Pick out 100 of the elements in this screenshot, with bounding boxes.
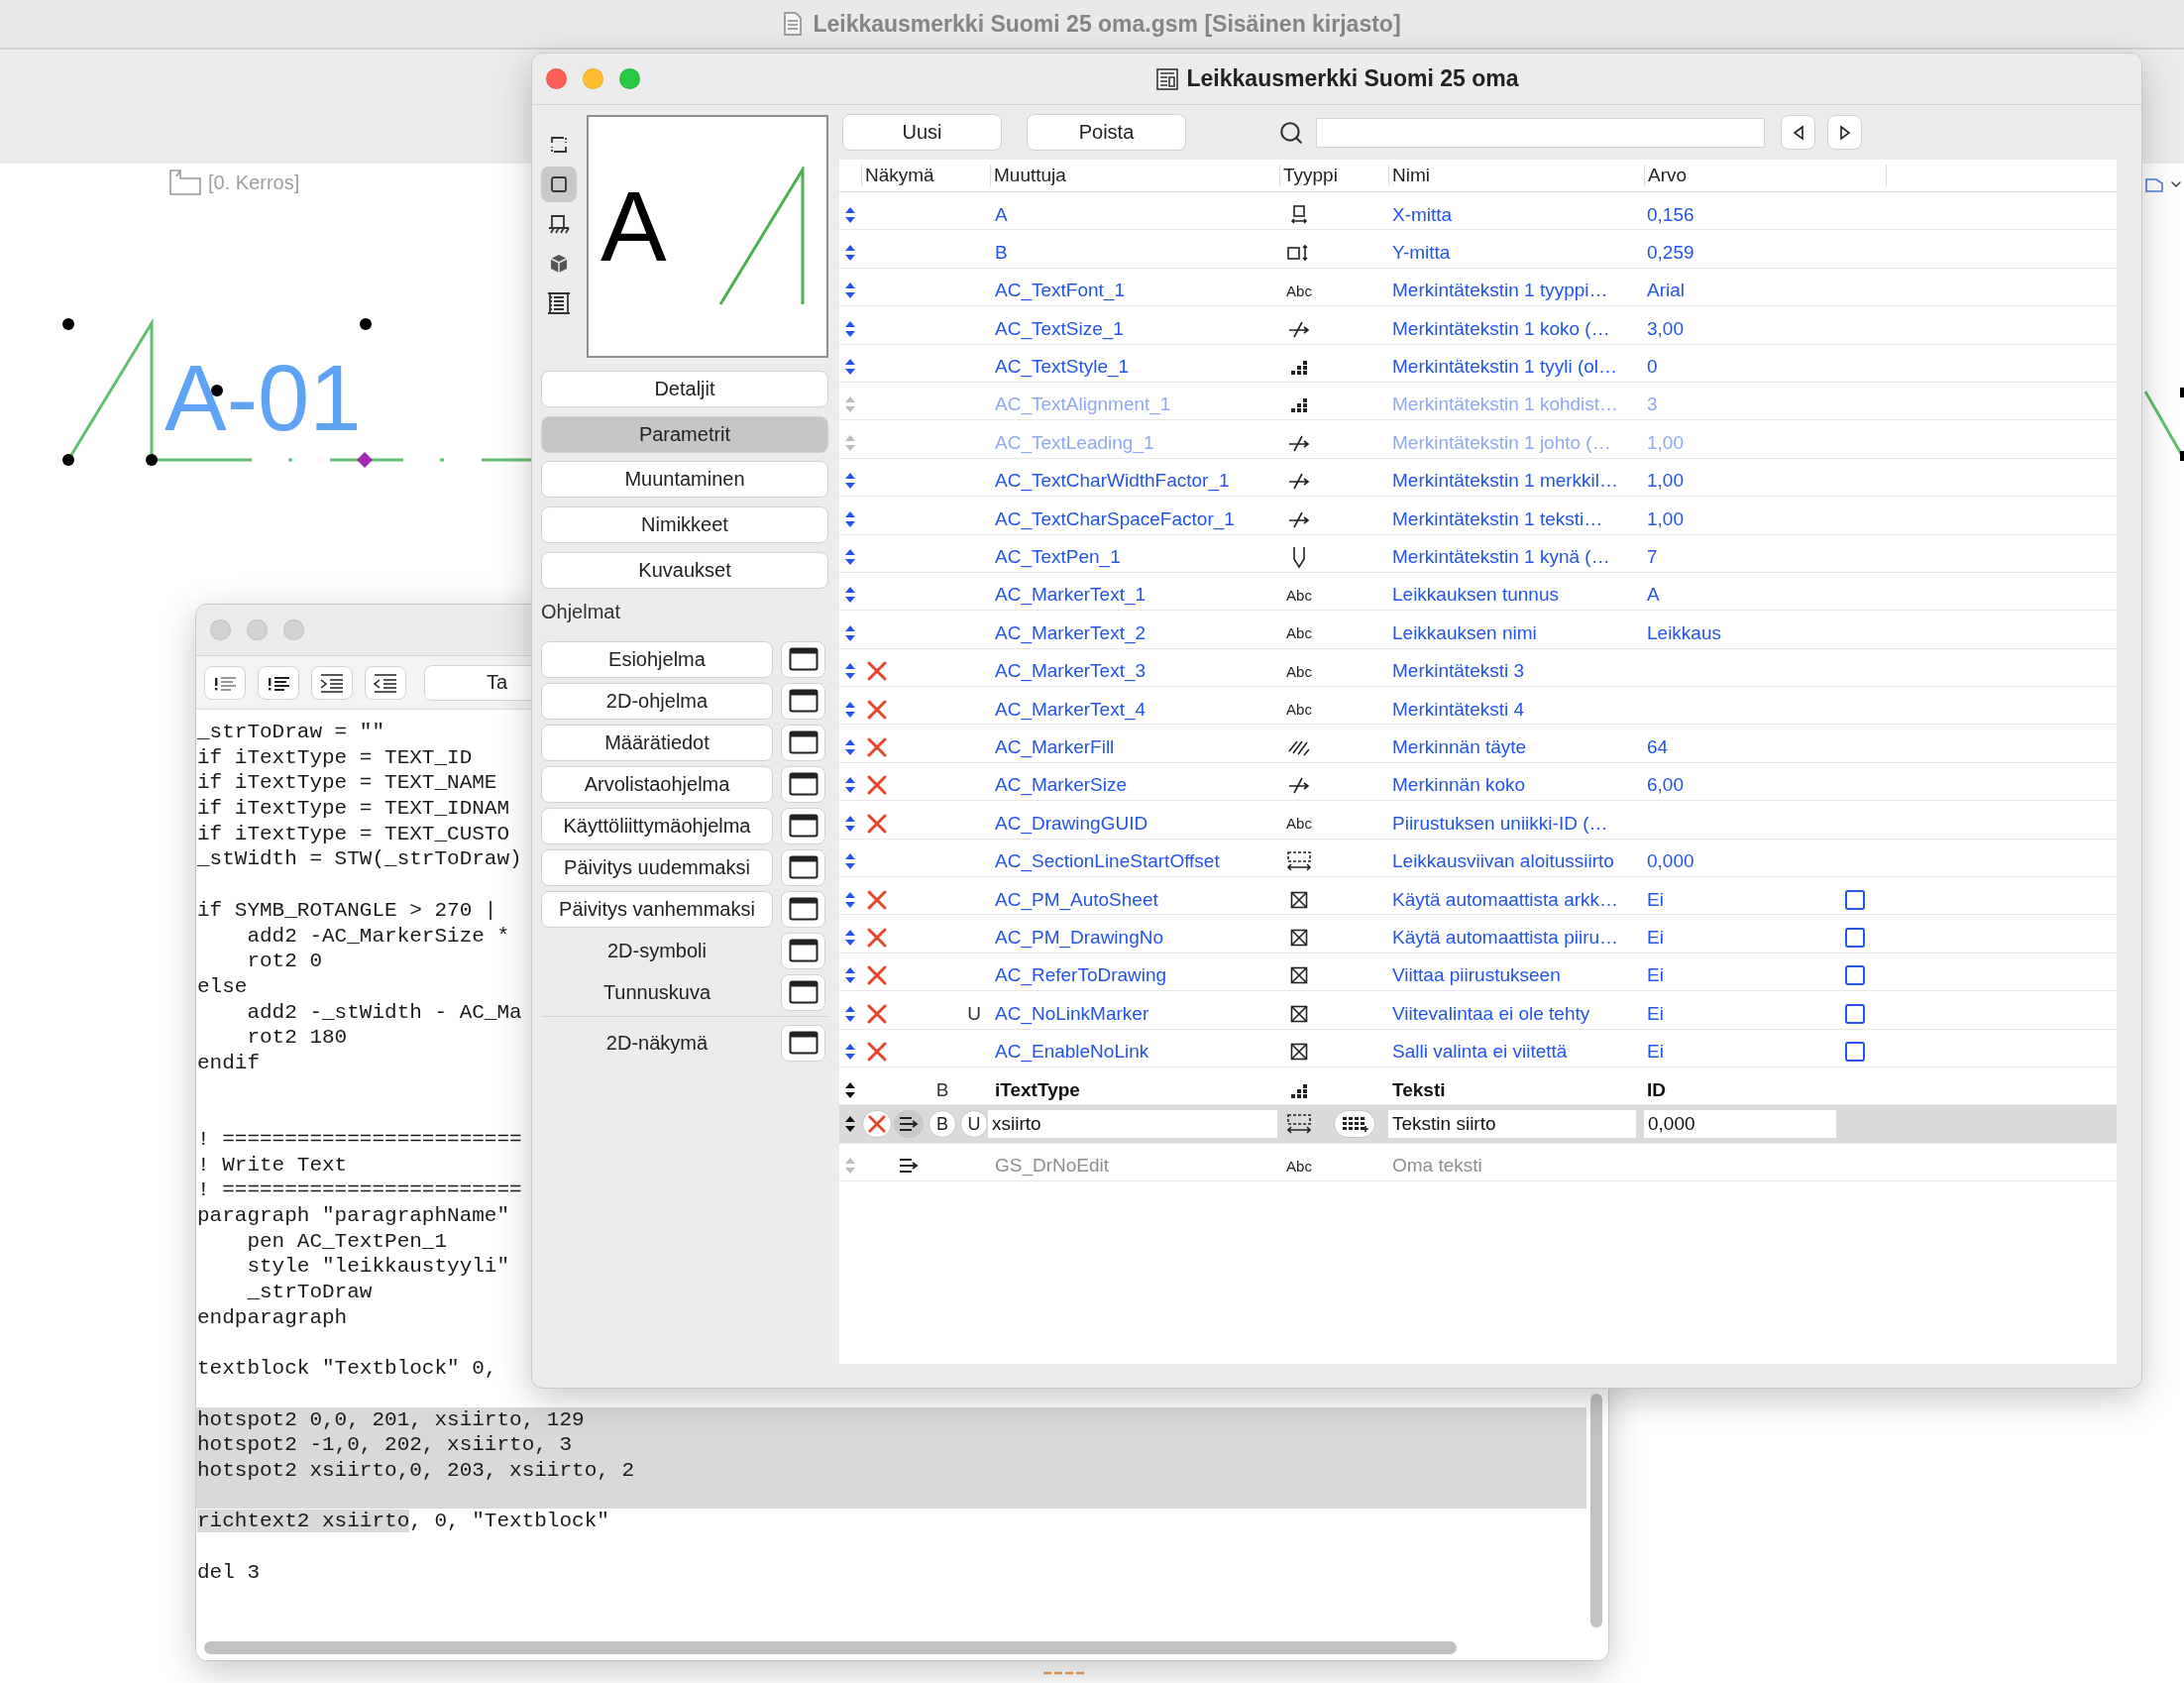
checkbox[interactable]: [1845, 889, 1865, 910]
open-window-button[interactable]: [781, 890, 825, 928]
open-window-button[interactable]: [781, 724, 825, 761]
toolbar-button[interactable]: Uusi: [842, 114, 1002, 151]
variable-name: iTextType: [994, 1078, 1081, 1101]
script-link[interactable]: Tunnuskuva: [541, 973, 773, 1011]
column-header[interactable]: Tyyppi: [1279, 165, 1388, 186]
open-window-button[interactable]: [781, 848, 825, 886]
marker-text: A-01: [164, 352, 362, 445]
list-arrow-icon: [898, 1157, 920, 1176]
previous-button[interactable]: [1781, 115, 1815, 150]
open-window-button[interactable]: [781, 682, 825, 720]
sort-arrows-icon: [844, 205, 856, 224]
list-toggle-button[interactable]: [894, 1110, 924, 1139]
script-link[interactable]: 2D-näkymä: [541, 1024, 773, 1062]
parameter-value: 64: [1646, 736, 1670, 758]
horizontal-scrollbar[interactable]: [204, 1641, 1457, 1654]
variable-field[interactable]: xsiirto: [988, 1110, 1277, 1139]
code-line: textblock "Textblock" 0,: [196, 1356, 497, 1382]
sort-arrows-icon: [844, 319, 856, 338]
vertical-scrollbar[interactable]: [1590, 1394, 1602, 1627]
hide-toggle-button[interactable]: [862, 1110, 892, 1139]
resize-handle-icon[interactable]: [1042, 1669, 1086, 1677]
sort-arrows-icon: [844, 662, 856, 681]
checkbox[interactable]: [1845, 1042, 1865, 1063]
parameter-label: Käytä automaattista arkk…: [1391, 888, 1620, 911]
open-window-button[interactable]: [781, 932, 825, 969]
script-button[interactable]: 2D-ohjelma: [541, 682, 773, 720]
parameter-label: Merkintäteksti 3: [1391, 660, 1526, 683]
code-line: ! ========================: [196, 1178, 522, 1204]
script-button[interactable]: Käyttöliittymäohjelma: [541, 807, 773, 844]
sort-arrows-icon: [844, 1043, 856, 1062]
section-button[interactable]: Kuvaukset: [541, 551, 828, 589]
search-icon: [1278, 119, 1304, 146]
sort-arrows-icon: [844, 509, 856, 528]
flag-toggle-button[interactable]: U: [960, 1110, 988, 1139]
open-window-button[interactable]: [781, 765, 825, 803]
window-icon: [788, 1031, 819, 1056]
view-mode-button[interactable]: [541, 167, 577, 202]
section-button[interactable]: Detaljit: [541, 371, 828, 407]
window-icon: [788, 772, 819, 797]
format-button[interactable]: [311, 665, 353, 700]
parameter-label: Merkintätekstin 1 tyyli (ol…: [1391, 356, 1618, 379]
next-button[interactable]: [1827, 115, 1862, 150]
open-window-button[interactable]: [781, 973, 825, 1011]
column-header[interactable]: Nimi: [1388, 165, 1644, 186]
column-header[interactable]: Näkymä: [861, 165, 990, 186]
parameter-label: Merkinnän koko: [1391, 774, 1527, 797]
section-button[interactable]: Nimikkeet: [541, 506, 828, 544]
format-button[interactable]: [258, 665, 299, 700]
variable-name: AC_MarkerSize: [994, 774, 1129, 797]
format-button[interactable]: [365, 665, 406, 700]
flag-label: B: [935, 1078, 949, 1101]
script-button[interactable]: Päivitys vanhemmaksi: [541, 890, 773, 928]
section-button[interactable]: Parametrit: [541, 415, 828, 453]
sort-arrows-icon: [844, 700, 856, 719]
flag-toggle-button[interactable]: B: [928, 1110, 956, 1139]
checkbox[interactable]: [1845, 1003, 1865, 1024]
script-button[interactable]: Esiohjelma: [541, 640, 773, 678]
section-button[interactable]: Muuntaminen: [541, 461, 828, 499]
script-link[interactable]: 2D-symboli: [541, 932, 773, 969]
boolean-box-icon: [1290, 1004, 1308, 1023]
script-button[interactable]: Arvolistaohjelma: [541, 765, 773, 803]
column-header[interactable]: Muuttuja: [990, 165, 1279, 186]
close-button[interactable]: [546, 68, 567, 89]
sort-arrows-icon: [844, 1115, 856, 1134]
parameter-label: Viitevalintaa ei ole tehty: [1391, 1002, 1591, 1025]
parameter-value: Arial: [1646, 280, 1686, 302]
checkbox[interactable]: [1845, 965, 1865, 986]
sort-arrows-icon: [844, 776, 856, 795]
name-field[interactable]: Tekstin siirto: [1388, 1110, 1636, 1139]
sort-arrows-icon: [844, 738, 856, 756]
sort-arrows-icon: [844, 623, 856, 642]
parameter-label: Merkintätekstin 1 johto (…: [1391, 431, 1612, 454]
search-field[interactable]: [1316, 117, 1765, 148]
open-window-button[interactable]: [781, 807, 825, 844]
parameter-value: 1,00: [1646, 431, 1685, 454]
column-header[interactable]: Arvo: [1644, 165, 1886, 186]
checkbox[interactable]: [1845, 927, 1865, 948]
value-list-button[interactable]: [1334, 1110, 1375, 1139]
code-line: _strToDraw = "": [196, 720, 385, 745]
code-line: style "leikkaustyyli": [246, 1254, 510, 1281]
open-window-button[interactable]: [781, 1024, 825, 1062]
parameter-row[interactable]: B U xsiirto Tekstin siirto 0,000: [839, 1105, 2117, 1144]
variable-name: A: [994, 203, 1009, 226]
floor-icon: [168, 168, 202, 196]
value-field[interactable]: 0,000: [1644, 1110, 1836, 1139]
type-label: Abc: [1286, 662, 1312, 680]
parameter-value: 0,000: [1646, 850, 1695, 873]
variable-name: GS_DrNoEdit: [994, 1155, 1111, 1178]
triangle-left-icon: [1791, 124, 1805, 141]
window-icon: [788, 855, 819, 880]
variable-name: AC_ReferToDrawing: [994, 964, 1168, 987]
parameter-label: Y-mitta: [1391, 241, 1452, 264]
script-button[interactable]: Määrätiedot: [541, 724, 773, 761]
open-window-button[interactable]: [781, 640, 825, 678]
toolbar-button[interactable]: Poista: [1027, 114, 1186, 151]
parameter-label: Merkintätekstin 1 kohdist…: [1391, 393, 1620, 416]
parameter-label: Viittaa piirustukseen: [1391, 964, 1562, 987]
script-button[interactable]: Päivitys uudemmaksi: [541, 848, 773, 886]
